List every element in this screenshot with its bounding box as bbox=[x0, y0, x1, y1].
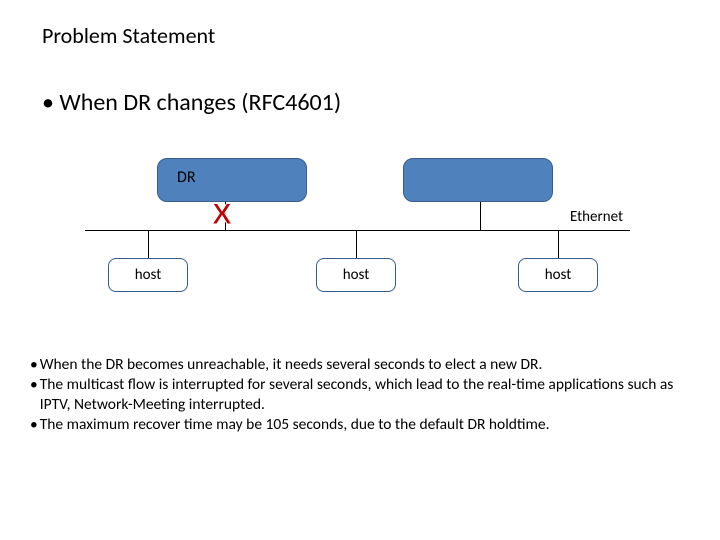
host2-stub bbox=[356, 230, 357, 258]
bullet-dot-icon: • bbox=[30, 355, 40, 375]
host-box-2: host bbox=[316, 258, 396, 292]
host-label: host bbox=[343, 266, 370, 284]
ethernet-label: Ethernet bbox=[570, 208, 623, 226]
host-label: host bbox=[135, 266, 162, 284]
bullet-dot-icon: • bbox=[30, 375, 40, 415]
bullet-row: • The maximum recover time may be 105 se… bbox=[30, 415, 685, 435]
bullet-text: The multicast flow is interrupted for se… bbox=[40, 375, 685, 415]
body-bullets: • When the DR becomes unreachable, it ne… bbox=[30, 355, 685, 436]
main-bullet: • When DR changes (RFC4601) bbox=[42, 88, 341, 117]
bullet-row: • The multicast flow is interrupted for … bbox=[30, 375, 685, 415]
router2-stub bbox=[480, 202, 481, 230]
router-box bbox=[403, 158, 553, 202]
ethernet-bus-line bbox=[85, 230, 630, 231]
network-diagram: DR Ethernet X host host host bbox=[0, 150, 720, 330]
bullet-row: • When the DR becomes unreachable, it ne… bbox=[30, 355, 685, 375]
slide-title: Problem Statement bbox=[42, 22, 215, 49]
failure-x-icon: X bbox=[212, 198, 231, 232]
host3-stub bbox=[558, 230, 559, 258]
dr-label: DR bbox=[177, 168, 196, 187]
host-label: host bbox=[545, 266, 572, 284]
host-box-3: host bbox=[518, 258, 598, 292]
bullet-text: The maximum recover time may be 105 seco… bbox=[40, 415, 685, 435]
bullet-text: When the DR becomes unreachable, it need… bbox=[40, 355, 685, 375]
bullet-dot-icon: • bbox=[30, 415, 40, 435]
host1-stub bbox=[148, 230, 149, 258]
host-box-1: host bbox=[108, 258, 188, 292]
